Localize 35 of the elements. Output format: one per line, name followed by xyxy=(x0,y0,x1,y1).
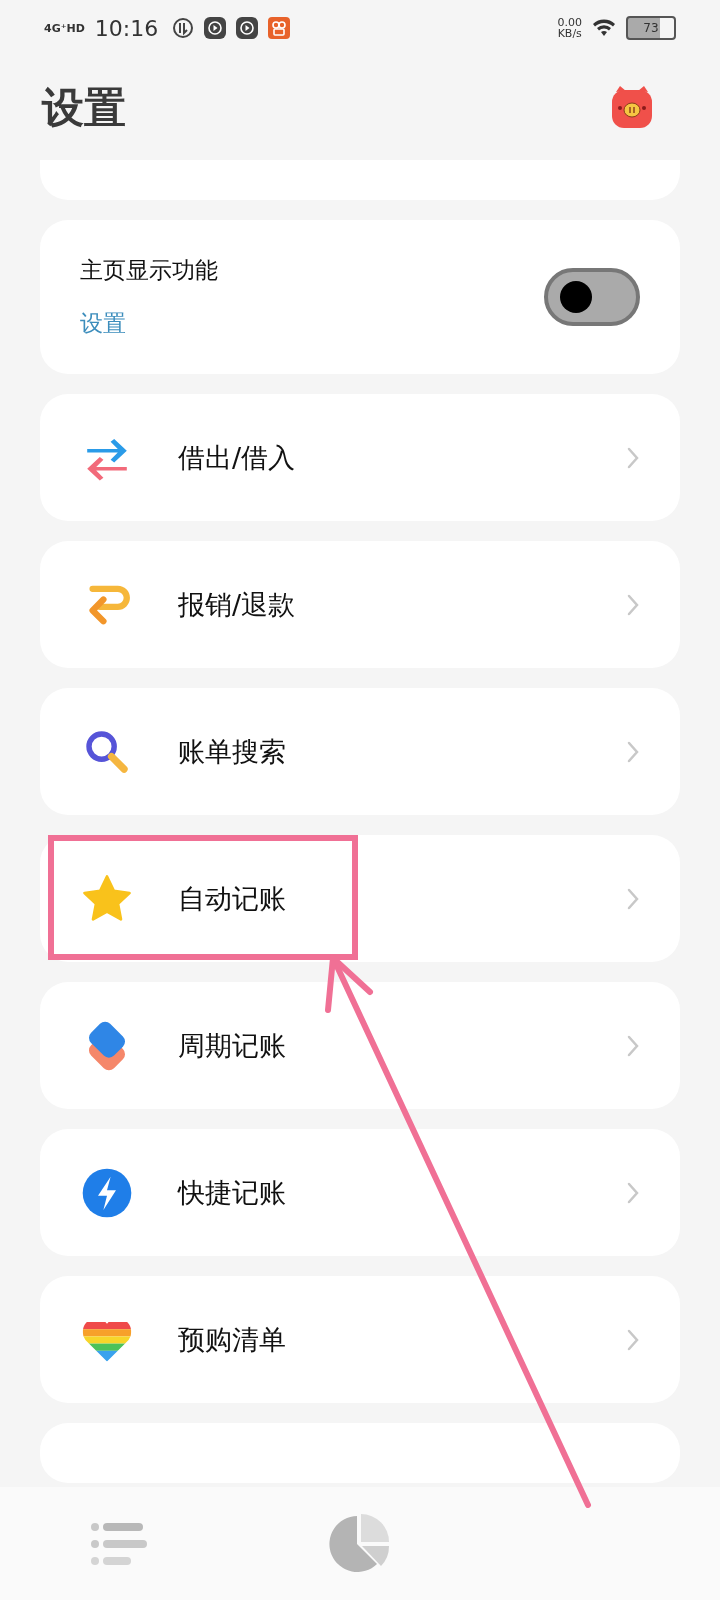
menu-item[interactable]: 快捷记账 xyxy=(40,1129,680,1256)
camera-app-icon xyxy=(268,17,291,39)
chevron-right-icon xyxy=(626,1327,640,1352)
battery-icon: 73 xyxy=(626,16,676,40)
item-label: 借出/借入 xyxy=(178,440,297,475)
speed-value: 0.00 xyxy=(557,17,582,28)
notification-icon xyxy=(172,17,195,39)
chevron-right-icon xyxy=(626,1180,640,1205)
menu-item[interactable]: 自动记账 xyxy=(40,835,680,962)
chevron-right-icon xyxy=(626,592,640,617)
page-title: 设置 xyxy=(42,82,126,134)
play-icon xyxy=(236,17,259,39)
toggle-switch[interactable] xyxy=(544,268,640,326)
menu-item[interactable]: 报销/退款 xyxy=(40,541,680,668)
item-label: 快捷记账 xyxy=(178,1175,287,1210)
item-label: 预购清单 xyxy=(178,1322,287,1357)
chevron-right-icon xyxy=(626,739,640,764)
menu-item[interactable]: 预购清单 xyxy=(40,1276,680,1403)
network-indicator: 4G⁺HD xyxy=(44,21,85,35)
item-label: 账单搜索 xyxy=(178,734,287,769)
item-label: 周期记账 xyxy=(178,1028,287,1063)
settings-link[interactable]: 设置 xyxy=(80,308,218,339)
clock: 10:16 xyxy=(94,15,159,41)
wifi-icon xyxy=(592,18,616,38)
speed-unit: KB/s xyxy=(557,28,582,39)
chevron-right-icon xyxy=(626,886,640,911)
chevron-right-icon xyxy=(626,445,640,470)
item-label: 报销/退款 xyxy=(178,587,297,622)
item-label: 自动记账 xyxy=(178,881,287,916)
menu-item[interactable]: 账单搜索 xyxy=(40,688,680,815)
play-icon xyxy=(204,17,227,39)
setting-label: 主页显示功能 xyxy=(80,256,218,285)
menu-item[interactable]: 借出/借入 xyxy=(40,394,680,521)
menu-item[interactable]: 周期记账 xyxy=(40,982,680,1109)
chevron-right-icon xyxy=(626,1033,640,1058)
